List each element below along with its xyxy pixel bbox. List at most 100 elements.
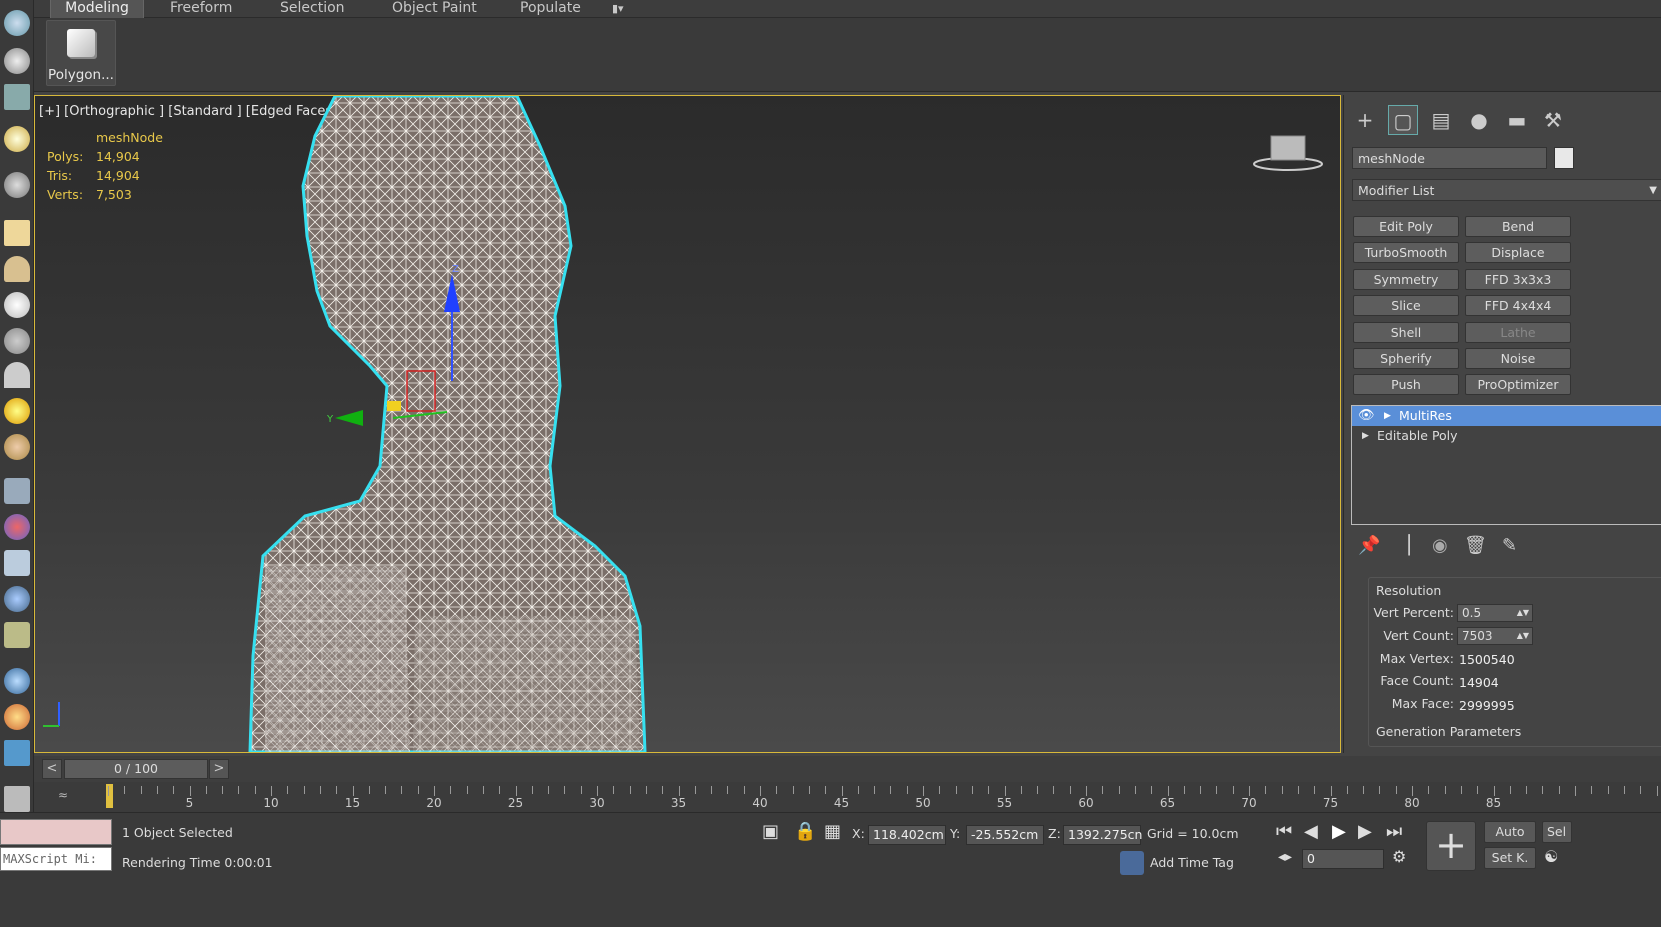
teapot-primitive-icon[interactable] [4,328,30,354]
curve-editor-icon[interactable]: ≈ [58,788,68,802]
modifier-button-edit-poly[interactable]: Edit Poly [1353,216,1459,237]
timeline-track[interactable]: ≈ 5 10 15 20 25 30 35 40 45 50 55 60 65 70 75 80 85 [34,782,1661,812]
vert-percent-spinner[interactable]: 0.5 ▲▼ [1457,604,1533,622]
delete-modifier-icon[interactable]: 🗑 [1464,535,1487,556]
eye-icon[interactable]: 👁 [1358,406,1375,426]
current-frame-field[interactable]: 0 [1302,849,1384,869]
hierarchy-tab-icon[interactable]: ▤ [1426,105,1456,135]
time-tag-icon[interactable] [1120,851,1144,875]
isolate-selection-icon[interactable]: ▣ [762,821,779,842]
ribbon-options-icon[interactable]: ▮▾ [604,0,632,18]
grass-icon[interactable] [4,622,30,648]
timeline-tick [1216,786,1218,794]
clipboard-icon[interactable] [4,786,30,812]
material-icon[interactable] [4,434,30,460]
z-coordinate-field[interactable]: 1392.275cn [1063,825,1142,845]
key-mode-icon[interactable]: ◂▸ [1278,849,1292,865]
sphere-icon[interactable] [4,292,30,318]
absolute-mode-icon[interactable]: ▦ [824,821,841,842]
y-coordinate-field[interactable]: -25.552cm [966,825,1044,845]
modifier-button-displace[interactable]: Displace [1465,242,1571,264]
stack-item-editable-poly[interactable]: ▶ Editable Poly [1352,426,1661,446]
grid-icon[interactable] [4,478,30,504]
wireframe-icon[interactable] [4,550,30,576]
stack-item-multires[interactable]: 👁 ▶ MultiRes [1352,406,1661,426]
make-unique-icon[interactable]: ◉ [1432,535,1448,556]
gear-icon[interactable] [4,586,30,612]
modifier-list-dropdown[interactable]: Modifier List ▼ [1352,179,1661,201]
modifier-button-turbosmooth[interactable]: TurboSmooth [1353,242,1459,264]
modifier-button-ffd-4x4x4[interactable]: FFD 4x4x4 [1465,295,1571,317]
modifier-button-prooptimizer[interactable]: ProOptimizer [1465,374,1571,396]
maxscript-listener-pink[interactable] [0,819,112,845]
configure-sets-icon[interactable]: ✎ [1502,535,1517,556]
modifier-button-symmetry[interactable]: Symmetry [1353,268,1459,290]
modifier-stack[interactable]: 👁 ▶ MultiRes ▶ Editable Poly [1351,405,1661,525]
camera-icon[interactable] [4,172,30,198]
object-name-field[interactable]: meshNode [1352,147,1547,169]
tab-modeling[interactable]: Modeling [50,0,144,18]
motion-tab-icon[interactable]: ● [1464,105,1494,135]
cone-icon[interactable] [4,362,30,388]
play-icon[interactable]: ▶ [1332,821,1346,842]
modifier-button-noise[interactable]: Noise [1465,348,1571,369]
object-color-swatch[interactable] [1554,147,1574,169]
lock-icon[interactable]: 🔒 [794,821,816,842]
auto-key-button[interactable]: Auto [1484,821,1536,843]
tab-freeform[interactable]: Freeform [162,0,240,18]
resolution-title[interactable]: Resolution [1376,583,1441,598]
x-coordinate-field[interactable]: 118.402cm [868,825,946,845]
modifier-button-spherify[interactable]: Spherify [1353,348,1459,369]
polygon-modeling-button[interactable]: Polygon... [46,20,116,86]
modifier-button-push[interactable]: Push [1353,374,1459,396]
bust-mesh[interactable]: Z Y [35,96,1340,752]
go-to-end-icon[interactable]: ⏭ [1386,821,1402,842]
add-time-tag[interactable]: Add Time Tag [1150,855,1234,870]
next-frame-icon[interactable]: ▶ [1358,821,1372,842]
particles-icon[interactable] [4,514,30,540]
tab-selection[interactable]: Selection [272,0,353,18]
vert-count-spinner[interactable]: 7503 ▲▼ [1457,627,1533,645]
time-slider-prev-button[interactable]: < [42,759,62,779]
pin-stack-icon[interactable]: 📌 [1358,535,1380,556]
spinner-arrows-icon[interactable]: ▲▼ [1517,605,1529,621]
key-filters-icon[interactable]: ☯ [1544,847,1558,866]
set-key-button[interactable]: Set K. [1484,847,1536,869]
time-slider-next-button[interactable]: > [209,759,229,779]
tab-populate[interactable]: Populate [512,0,589,18]
create-tab-icon[interactable]: + [1350,105,1380,135]
tab-object-paint[interactable]: Object Paint [384,0,485,18]
maxscript-mini-listener[interactable]: MAXScript Mi: [0,847,112,871]
time-configuration-icon[interactable]: ⚙ [1392,847,1406,866]
light-icon[interactable] [4,126,30,152]
cloud-icon[interactable] [4,48,30,74]
previous-frame-icon[interactable]: ◀ [1304,821,1318,842]
plane-icon[interactable] [4,220,30,246]
spinner-arrows-icon[interactable]: ▲▼ [1517,628,1529,644]
modifier-button-lathe[interactable]: Lathe [1465,321,1571,343]
globe-icon[interactable] [4,668,30,694]
modifier-button-shell[interactable]: Shell [1353,321,1459,343]
modifier-button-bend[interactable]: Bend [1465,216,1571,237]
hemisphere-icon[interactable] [4,256,30,282]
render-icon[interactable] [4,740,30,766]
modifier-button-ffd-3x3x3[interactable]: FFD 3x3x3 [1465,268,1571,290]
show-end-result-icon[interactable]: ▕ [1396,535,1410,556]
modify-tab-icon[interactable]: ▢ [1388,105,1418,135]
spheres-icon[interactable] [4,704,30,730]
viewport-orthographic[interactable]: [+] [Orthographic ] [Standard ] [Edged F… [34,95,1341,753]
set-key-big-button[interactable]: + [1426,821,1476,871]
display-tab-icon[interactable]: ▬ [1502,105,1532,135]
go-to-start-icon[interactable]: ⏮ [1276,821,1292,842]
utilities-tab-icon[interactable]: ⚒ [1538,105,1568,135]
generation-parameters-title[interactable]: Generation Parameters [1376,724,1521,739]
expand-triangle-icon[interactable]: ▶ [1362,426,1369,446]
timeline-tick [1118,786,1120,794]
render-frame-icon[interactable] [4,84,30,110]
time-slider-thumb[interactable]: 0 / 100 [64,759,208,779]
expand-triangle-icon[interactable]: ▶ [1384,406,1391,426]
sun-icon[interactable] [4,398,30,424]
teapot-icon[interactable] [4,10,30,36]
modifier-button-slice[interactable]: Slice [1353,295,1459,317]
selected-filter-button[interactable]: Sel [1542,821,1572,843]
